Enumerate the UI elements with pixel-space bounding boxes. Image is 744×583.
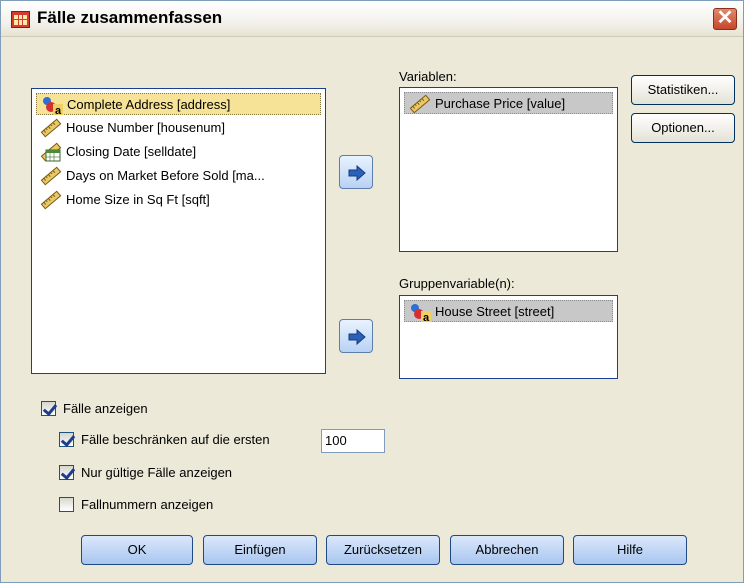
list-item-label: Home Size in Sq Ft [sqft] [66,192,210,207]
list-item[interactable]: Days on Market Before Sold [ma... [36,165,321,187]
dialog-title: Fälle zusammenfassen [37,8,223,27]
spreadsheet-app-icon [11,11,30,28]
help-button[interactable]: Hilfe [573,535,687,565]
case-numbers-checkbox[interactable] [59,497,74,512]
scale-variable-icon [409,94,431,114]
list-item-label: House Number [housenum] [66,120,225,135]
statistics-button[interactable]: Statistiken... [631,75,735,105]
arrow-right-icon [348,329,366,345]
list-item-label: Complete Address [address] [67,97,231,112]
list-item-label: House Street [street] [435,304,555,319]
case-numbers-label[interactable]: Fallnummern anzeigen [81,497,213,512]
list-item-label: Purchase Price [value] [435,96,566,111]
variables-label: Variablen: [399,69,457,84]
grouping-label: Gruppenvariable(n): [399,276,515,291]
cancel-button[interactable]: Abbrechen [450,535,564,565]
limit-cases-checkbox[interactable] [59,432,74,447]
date-variable-icon [40,142,62,162]
variables-list[interactable]: Purchase Price [value] [399,87,618,252]
close-button[interactable]: ✕ [713,8,737,30]
string-variable-icon [409,302,431,322]
list-item[interactable]: House Street [street] [404,300,613,322]
list-item[interactable]: Purchase Price [value] [404,92,613,114]
list-item[interactable]: Home Size in Sq Ft [sqft] [36,189,321,211]
paste-button[interactable]: Einfügen [203,535,317,565]
list-item[interactable]: Closing Date [selldate] [36,141,321,163]
ok-button[interactable]: OK [81,535,193,565]
options-button[interactable]: Optionen... [631,113,735,143]
scale-variable-icon [40,118,62,138]
move-to-grouping-button[interactable] [339,319,373,353]
list-item[interactable]: House Number [housenum] [36,117,321,139]
limit-cases-label[interactable]: Fälle beschränken auf die ersten [81,432,270,447]
show-cases-label[interactable]: Fälle anzeigen [63,401,148,416]
list-item-label: Days on Market Before Sold [ma... [66,168,265,183]
list-item[interactable]: Complete Address [address] [36,93,321,115]
scale-variable-icon [40,190,62,210]
grouping-variable-list[interactable]: House Street [street] [399,295,618,379]
show-cases-checkbox[interactable] [41,401,56,416]
arrow-right-icon [348,165,366,181]
limit-cases-input[interactable]: 100 [321,429,385,453]
valid-only-label[interactable]: Nur gültige Fälle anzeigen [81,465,232,480]
list-item-label: Closing Date [selldate] [66,144,197,159]
valid-only-checkbox[interactable] [59,465,74,480]
reset-button[interactable]: Zurücksetzen [326,535,440,565]
string-variable-icon [41,95,63,115]
dialog-window: Fälle zusammenfassen ✕ Complete Address … [0,0,744,583]
title-bar[interactable]: Fälle zusammenfassen ✕ [1,1,743,37]
source-variable-list[interactable]: Complete Address [address] House Number … [31,88,326,374]
scale-variable-icon [40,166,62,186]
move-to-variables-button[interactable] [339,155,373,189]
